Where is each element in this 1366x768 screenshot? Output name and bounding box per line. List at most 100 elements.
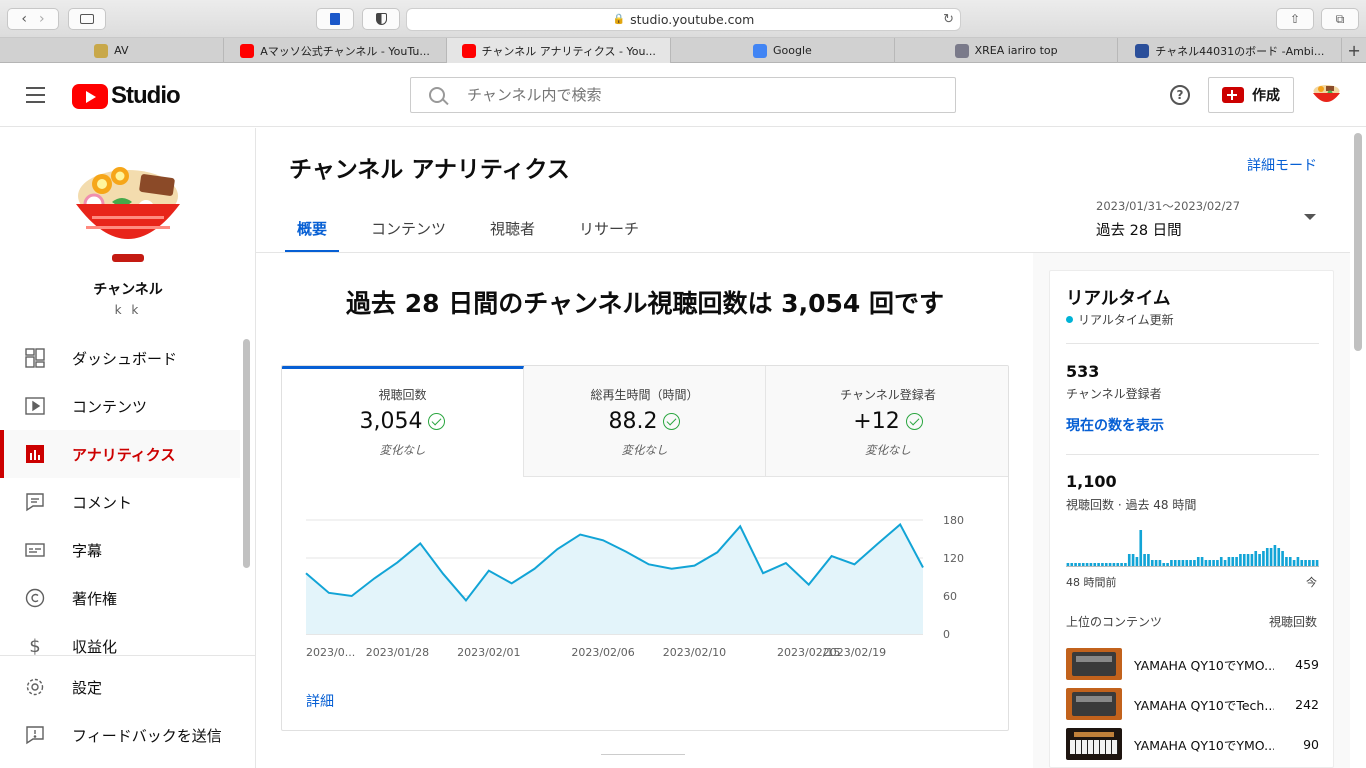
realtime-bar	[1158, 560, 1162, 566]
sidebar-divider	[0, 655, 256, 656]
details-link[interactable]: 詳細	[306, 691, 334, 711]
help-icon[interactable]: ?	[1170, 85, 1190, 105]
sidebar-scrollbar[interactable]	[243, 339, 250, 568]
tab-content[interactable]: コンテンツ	[359, 208, 458, 253]
channel-handle: k k	[114, 303, 142, 317]
sidebar-item-settings[interactable]: 設定	[0, 663, 240, 711]
tab-research[interactable]: リサーチ	[567, 208, 651, 253]
realtime-bar	[1246, 554, 1250, 566]
studio-header: Studio ? 作成	[0, 63, 1366, 127]
search-icon	[429, 87, 445, 103]
x-tick-label: 2023/02/06	[571, 646, 634, 659]
sidebar-item-dashboard[interactable]: ダッシュボード	[0, 334, 240, 382]
check-circle-icon	[905, 413, 923, 430]
sidebar-item-copyright[interactable]: 著作権	[0, 574, 240, 622]
top-content-row[interactable]: YAMAHA QY10でTech... 242	[1066, 687, 1319, 721]
forward-icon[interactable]: ›	[39, 11, 45, 27]
browser-tab[interactable]: Aマッソ公式チャンネル - YouTu...	[224, 38, 448, 63]
realtime-bar	[1081, 563, 1085, 566]
check-circle-icon	[663, 413, 681, 430]
sidebar-item-content[interactable]: コンテンツ	[0, 382, 240, 430]
realtime-bar	[1200, 557, 1204, 566]
sidebar-item-label: コンテンツ	[72, 397, 148, 416]
sidebar-item-label: アナリティクス	[72, 445, 176, 464]
sidebar-item-comments[interactable]: コメント	[0, 478, 240, 526]
page-scrollbar[interactable]	[1354, 133, 1362, 351]
bookmark-button[interactable]	[316, 8, 354, 30]
realtime-bar	[1150, 560, 1154, 566]
realtime-bar	[1078, 563, 1081, 566]
settings-icon	[25, 677, 45, 697]
sidebar: チャンネル k k ダッシュボード コンテンツ アナリティクス コメント 字幕	[0, 128, 256, 768]
tab-overview[interactable]: 概要	[285, 208, 340, 253]
dashboard-icon	[25, 348, 45, 368]
video-thumbnail	[1066, 688, 1122, 720]
realtime-bar	[1285, 557, 1288, 566]
menu-icon[interactable]	[26, 87, 45, 108]
metric-label: 総再生時間（時間）	[590, 388, 699, 402]
sidebar-item-label: コメント	[72, 493, 133, 512]
channel-search[interactable]	[410, 77, 956, 113]
top-content-views: 90	[1303, 736, 1319, 752]
realtime-title: リアルタイム	[1066, 289, 1171, 309]
browser-tab[interactable]: Google	[671, 38, 895, 63]
sidebar-item-analytics[interactable]: アナリティクス	[0, 430, 240, 478]
advanced-mode-link[interactable]: 詳細モード	[1247, 155, 1317, 175]
realtime-views-label: 視聴回数 · 過去 48 時間	[1066, 498, 1197, 512]
browser-tab[interactable]: XREA iariro top	[895, 38, 1119, 63]
privacy-button[interactable]	[362, 8, 400, 30]
browser-tab[interactable]: チャネル44031のボード -Ambi...	[1118, 38, 1343, 63]
sidebar-item-feedback[interactable]: フィードバックを送信	[0, 711, 240, 759]
browser-tab[interactable]: チャンネル アナリティクス - You...	[447, 38, 672, 63]
browser-toolbar: ‹ › 🔒 studio.youtube.com ↻ ⇧ ⧉	[0, 0, 1366, 38]
back-forward-buttons[interactable]: ‹ ›	[7, 8, 59, 30]
realtime-subscribers: 533	[1066, 362, 1100, 381]
tab-audience[interactable]: 視聴者	[478, 208, 547, 253]
studio-logo[interactable]: Studio	[72, 82, 181, 110]
live-dot-icon	[1066, 316, 1073, 323]
logo-text: Studio	[111, 82, 181, 109]
create-button[interactable]: 作成	[1208, 77, 1294, 113]
metric-watch-time[interactable]: 総再生時間（時間） 88.2 変化なし	[524, 366, 766, 477]
browser-tab-label: チャンネル アナリティクス - You...	[481, 44, 656, 58]
date-range-label: 過去 28 日間	[1096, 223, 1182, 239]
new-tab-button[interactable]: +	[1342, 38, 1366, 62]
channel-avatar[interactable]	[72, 154, 184, 266]
realtime-divider	[1066, 454, 1319, 455]
dropdown-caret-icon[interactable]	[1304, 214, 1316, 220]
sidebar-toggle-button[interactable]	[68, 8, 106, 30]
realtime-bar	[1292, 560, 1296, 566]
realtime-bar	[1124, 563, 1127, 566]
date-range-picker[interactable]: 2023/01/31〜2023/02/27 過去 28 日間	[1096, 198, 1240, 240]
browser-tab-label: AV	[114, 44, 129, 57]
search-input[interactable]	[467, 86, 937, 104]
top-content-row[interactable]: YAMAHA QY10でYMO... 90	[1066, 727, 1319, 761]
channel-name: チャンネル	[93, 282, 163, 298]
share-button[interactable]: ⇧	[1276, 8, 1314, 30]
overview-headline: 過去 28 日間のチャンネル視聴回数は 3,054 回です	[346, 289, 944, 318]
top-content-views: 459	[1295, 656, 1319, 672]
realtime-bar	[1231, 557, 1235, 566]
browser-tab[interactable]: AV	[0, 38, 224, 63]
top-content-title: YAMAHA QY10でYMO...	[1134, 737, 1274, 753]
metric-views[interactable]: 視聴回数 3,054 変化なし	[282, 366, 524, 477]
show-count-link[interactable]: 現在の数を表示	[1066, 415, 1164, 435]
tabs-overview-button[interactable]: ⧉	[1321, 8, 1359, 30]
realtime-bar	[1204, 560, 1208, 566]
metric-change: 変化なし	[621, 443, 668, 457]
reload-icon[interactable]: ↻	[943, 12, 954, 27]
views-line-chart[interactable]: 180 120 60 0 2023/0... 2023/01/28 2023/02/01 20…	[282, 506, 1009, 686]
favicon-icon	[954, 43, 969, 58]
copyright-icon	[25, 588, 45, 608]
favicon-icon	[240, 43, 255, 58]
account-avatar[interactable]	[1310, 78, 1343, 111]
sidebar-item-subtitles[interactable]: 字幕	[0, 526, 240, 574]
address-bar[interactable]: 🔒 studio.youtube.com ↻	[406, 8, 961, 31]
realtime-bar-chart[interactable]	[1066, 521, 1319, 567]
sidebar-item-label: 収益化	[72, 637, 118, 656]
back-icon[interactable]: ‹	[21, 11, 27, 27]
top-content-row[interactable]: YAMAHA QY10でYMO... 459	[1066, 647, 1319, 681]
metric-subscribers[interactable]: チャンネル登録者 +12 変化なし	[766, 366, 1008, 477]
realtime-bar	[1101, 563, 1104, 566]
subtitles-icon	[25, 540, 45, 560]
